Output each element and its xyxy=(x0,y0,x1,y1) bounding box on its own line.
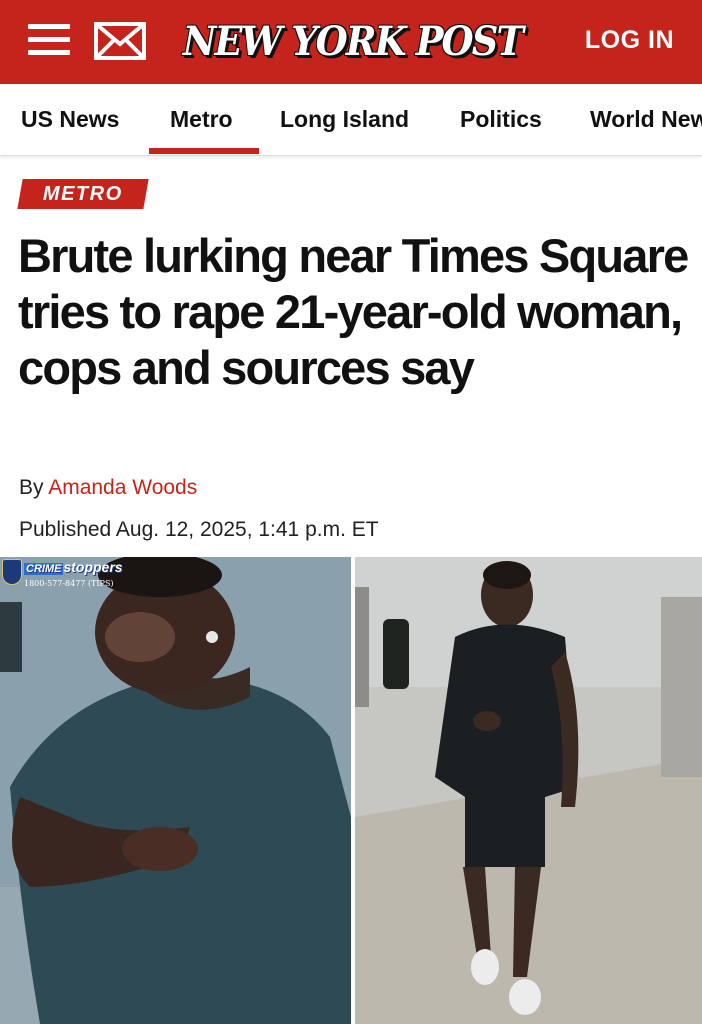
nav-item-long-island[interactable]: Long Island xyxy=(280,106,409,133)
nypd-shield-icon xyxy=(2,559,22,585)
nav-item-metro[interactable]: Metro xyxy=(170,106,233,133)
crime-stoppers-title-b: stoppers xyxy=(63,559,123,575)
crime-stoppers-title-a: CRIME xyxy=(24,563,64,575)
crime-stoppers-phone: 1800-577-8477 (TIPS) xyxy=(24,579,114,588)
article-headline: Brute lurking near Times Square tries to… xyxy=(18,229,689,394)
logo-text: NEW YORK POST xyxy=(182,17,523,65)
author-link[interactable]: Amanda Woods xyxy=(48,476,197,499)
nav-item-us-news[interactable]: US News xyxy=(21,106,119,133)
section-tag[interactable]: METRO xyxy=(17,179,149,209)
active-nav-underline xyxy=(149,148,259,154)
byline-prefix: By xyxy=(19,476,44,499)
envelope-icon[interactable] xyxy=(94,22,146,60)
hamburger-menu-icon[interactable] xyxy=(28,22,70,58)
nav-item-politics[interactable]: Politics xyxy=(460,106,542,133)
section-tag-label: METRO xyxy=(43,182,123,205)
nav-item-world-news[interactable]: World News xyxy=(590,106,702,133)
suspect-photo-left-image xyxy=(0,557,351,1024)
byline: By Amanda Woods xyxy=(19,476,197,500)
suspect-photo-right-image xyxy=(355,557,702,1024)
suspect-photo-right[interactable] xyxy=(355,557,702,1024)
login-button[interactable]: LOG IN xyxy=(585,26,674,55)
crime-stoppers-badge: CRIME stoppers 1800-577-8477 (TIPS) xyxy=(2,559,128,599)
published-date: Published Aug. 12, 2025, 1:41 p.m. ET xyxy=(19,518,379,541)
site-logo[interactable]: NEW YORK POST xyxy=(176,12,528,70)
top-header-bar: NEW YORK POST LOG IN xyxy=(0,0,702,84)
suspect-photo-left[interactable]: CRIME stoppers 1800-577-8477 (TIPS) xyxy=(0,557,351,1024)
section-nav: US News Metro Long Island Politics World… xyxy=(0,84,702,156)
